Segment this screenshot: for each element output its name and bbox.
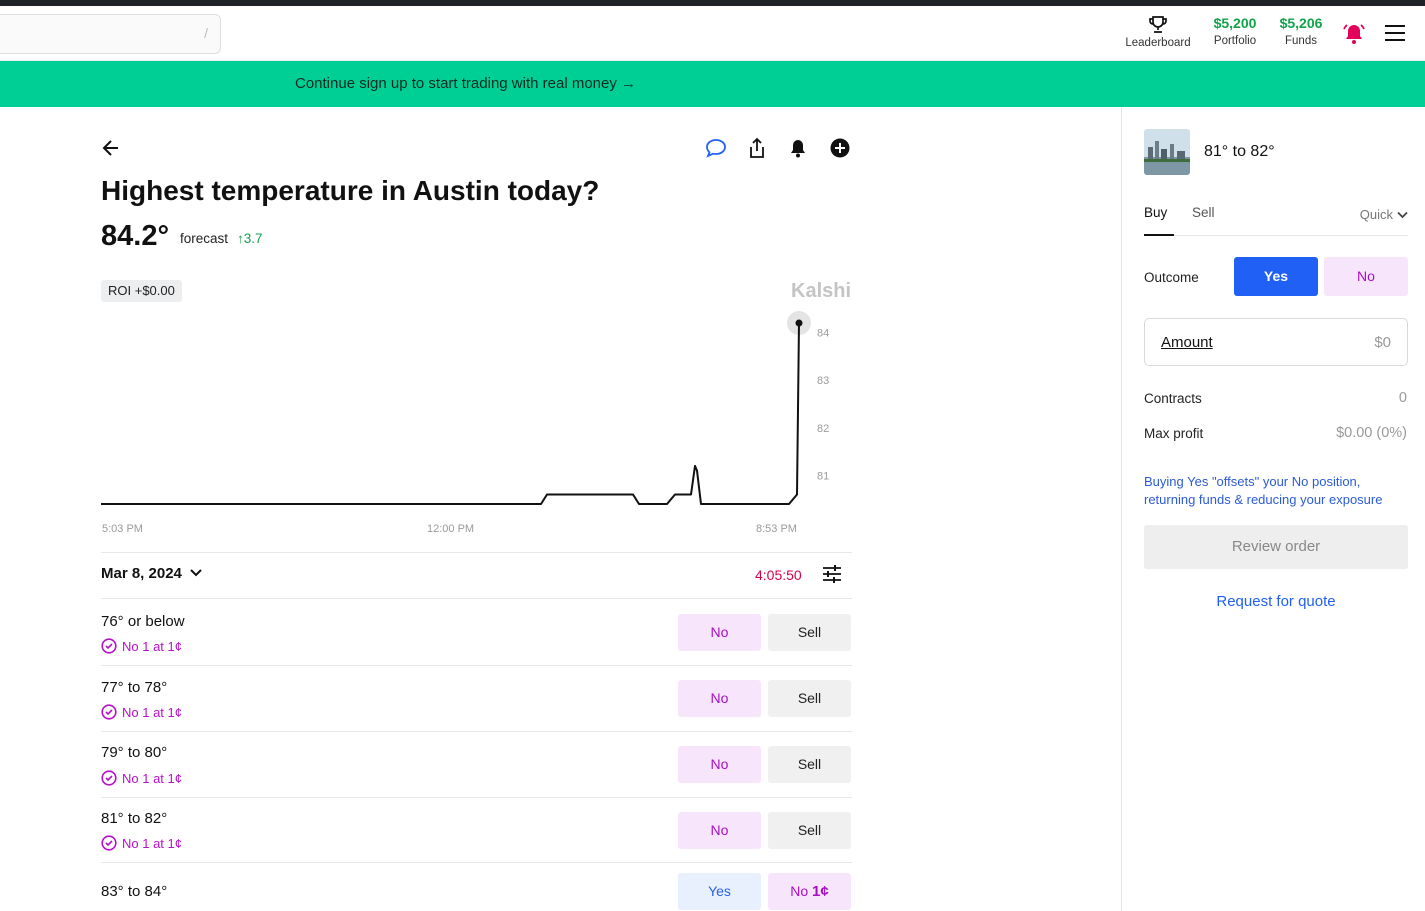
chevron-down-icon [190,569,202,577]
position-status: No 1 at 1¢ [101,835,182,851]
order-panel: 81° to 82° Buy Sell Quick Outcome Yes No… [1121,107,1425,911]
offset-note: Buying Yes "offsets" your No position, r… [1144,474,1383,507]
y-tick-label: 84 [817,328,829,340]
funds-value: $5,206 [1279,15,1323,31]
divider [101,862,852,863]
y-tick-label: 82 [817,423,829,435]
position-text: No 1 at 1¢ [122,835,182,851]
tab-sell[interactable]: Sell [1192,205,1215,220]
amount-value: $0 [1374,334,1391,351]
contracts-label: Contracts [1144,391,1202,406]
review-order-button[interactable]: Review order [1144,525,1408,569]
contracts-value: 0 [1398,390,1407,406]
no-label: No [790,883,809,899]
page-title: Highest temperature in Austin today? [101,175,600,206]
position-text: No 1 at 1¢ [122,704,182,720]
countdown-timer: 4:05:50 [755,567,802,583]
roi-badge: ROI +$0.00 [101,280,182,302]
series-line [101,323,800,505]
y-tick-label: 81 [817,470,829,482]
share-icon[interactable] [747,137,767,164]
row-label: 76° or below [101,613,185,630]
order-mode-label: Quick [1359,207,1393,222]
signup-banner[interactable]: Continue sign up to start trading with r… [0,61,1425,107]
y-tick-label: 83 [817,375,829,387]
position-status: No 1 at 1¢ [101,638,182,654]
check-circle-icon [101,638,117,654]
buy-no-button[interactable]: No [678,746,761,783]
outcome-label: Outcome [1144,270,1199,285]
position-text: No 1 at 1¢ [122,770,182,786]
add-circle-icon[interactable] [829,137,851,164]
date-selector[interactable]: Mar 8, 2024 [101,565,202,582]
trophy-icon [1122,15,1194,35]
portfolio-link[interactable]: $5,200 Portfolio [1205,15,1265,47]
outcome-no-button[interactable]: No [1324,257,1408,296]
order-tabs: Buy Sell Quick [1144,203,1408,236]
sell-button[interactable]: Sell [768,614,851,651]
alert-bell-icon[interactable] [788,137,808,164]
filter-sliders-icon[interactable] [822,564,842,589]
tab-buy[interactable]: Buy [1144,205,1167,220]
buy-no-button[interactable]: No [678,680,761,717]
x-tick-label: 8:53 PM [756,523,797,535]
notifications-bell-icon[interactable] [1342,23,1366,50]
search-input[interactable]: / [0,14,221,54]
forecast-label: forecast [180,231,229,246]
divider [101,797,852,798]
portfolio-label: Portfolio [1213,35,1257,47]
row-label: 77° to 78° [101,679,168,696]
forecast-value: 84.2° [101,220,170,252]
outcome-yes-button[interactable]: Yes [1234,257,1318,296]
portfolio-value: $5,200 [1213,15,1257,31]
amount-label: Amount [1161,334,1213,351]
request-quote-link[interactable]: Request for quote [1144,593,1408,610]
last-point-marker [795,319,803,327]
order-mode-dropdown[interactable]: Quick [1360,207,1408,222]
menu-icon[interactable] [1385,25,1405,41]
buy-no-button[interactable]: No [678,614,761,651]
x-tick-label: 5:03 PM [102,523,143,535]
buy-no-button[interactable]: No [678,812,761,849]
market-thumbnail [1144,129,1190,175]
row-label: 83° to 84° [101,883,168,900]
position-status: No 1 at 1¢ [101,770,182,786]
divider [101,665,852,666]
date-label: Mar 8, 2024 [101,565,182,582]
leaderboard-link[interactable]: Leaderboard [1122,15,1194,49]
buy-no-price-button[interactable]: No 1¢ [768,873,851,910]
top-header: / Leaderboard $5,200 Portfolio $5,206 Fu… [0,6,1425,61]
position-status: No 1 at 1¢ [101,704,182,720]
buy-yes-button[interactable]: Yes [678,873,761,910]
divider [101,552,852,553]
position-text: No 1 at 1¢ [122,638,182,654]
no-price: 1¢ [812,883,829,900]
row-label: 81° to 82° [101,810,168,827]
funds-link[interactable]: $5,206 Funds [1272,15,1330,47]
divider [101,598,852,599]
price-chart[interactable]: 84 83 82 81 5:03 PM 12:00 PM 8:53 PM [101,300,852,540]
x-tick-label: 12:00 PM [427,523,474,535]
signup-banner-text[interactable]: Continue sign up to start trading with r… [295,75,636,92]
max-profit-label: Max profit [1144,426,1204,441]
leaderboard-label: Leaderboard [1125,37,1191,49]
tab-active-underline [1144,234,1174,236]
funds-label: Funds [1285,35,1317,47]
check-circle-icon [101,835,117,851]
sell-button[interactable]: Sell [768,746,851,783]
row-label: 79° to 80° [101,744,168,761]
chevron-down-icon [1397,211,1408,218]
check-circle-icon [101,704,117,720]
comments-icon[interactable] [704,137,728,164]
back-arrow-icon[interactable] [101,138,121,163]
sell-button[interactable]: Sell [768,680,851,717]
search-shortcut-hint: / [204,25,208,41]
forecast-change: ↑3.7 [237,231,263,246]
selected-market-name: 81° to 82° [1204,143,1275,160]
check-circle-icon [101,770,117,786]
max-profit-value: $0.00 (0%) [1336,425,1407,441]
sell-button[interactable]: Sell [768,812,851,849]
amount-field[interactable]: Amount $0 [1144,318,1408,366]
divider [101,731,852,732]
